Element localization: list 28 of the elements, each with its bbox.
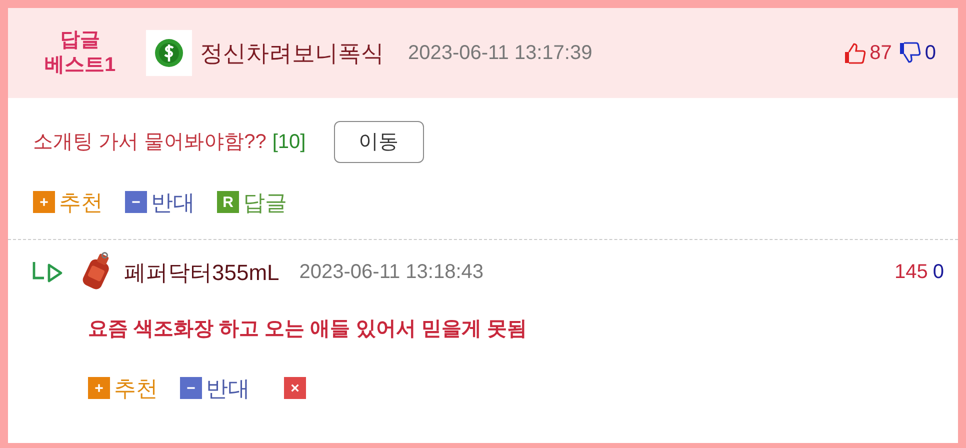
oppose-icon[interactable]: − [125, 191, 147, 213]
recommend-icon[interactable]: + [88, 377, 110, 399]
go-button[interactable]: 이동 [334, 121, 424, 163]
best-badge-text: 베스트1 [44, 53, 116, 78]
oppose-link[interactable]: 반대 [206, 372, 250, 404]
thumbs-down-icon[interactable] [898, 41, 922, 65]
like-count: 145 [894, 260, 928, 285]
timestamp: 2023-06-11 13:18:43 [299, 260, 484, 285]
dislike-count: 0 [924, 41, 936, 66]
like-count: 87 [870, 41, 892, 66]
best-badge-text: 답글 [60, 28, 100, 53]
reply-link[interactable]: 답글 [243, 186, 287, 218]
timestamp: 2023-06-11 13:17:39 [408, 41, 592, 66]
recommend-link[interactable]: 추천 [114, 372, 158, 404]
delete-icon[interactable]: × [284, 377, 306, 399]
reply-icon[interactable]: R [217, 191, 239, 213]
oppose-link[interactable]: 반대 [151, 186, 195, 218]
oppose-icon[interactable]: − [180, 377, 202, 399]
author-name: 페퍼닥터355mL [124, 258, 280, 286]
dislike-count: 0 [932, 260, 944, 285]
thumbs-up-icon[interactable] [842, 41, 867, 65]
recommend-link[interactable]: 추천 [59, 186, 103, 218]
comment-text: 요즘 색조화장 하고 오는 애들 있어서 믿을게 못됨 [88, 318, 527, 340]
dollar-icon [146, 30, 192, 76]
recommend-icon[interactable]: + [33, 191, 55, 213]
post-title-link[interactable]: 소개팅 가서 물어봐야함?? [33, 127, 266, 157]
comment-count: [10] [272, 130, 306, 155]
author-name: 정신차려보니폭식 [200, 38, 384, 68]
